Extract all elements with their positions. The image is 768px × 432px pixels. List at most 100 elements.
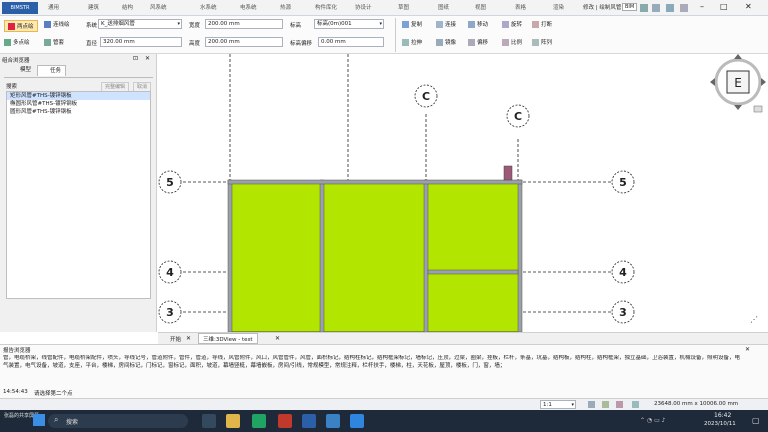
connect-draw-button[interactable]: 连线绘 — [44, 20, 70, 28]
system-select[interactable]: K_送排烟风管 ▾ — [98, 19, 182, 29]
maximize-icon[interactable]: □ — [720, 2, 728, 11]
notification-icon[interactable]: ▢ — [752, 416, 760, 425]
meeting-app-icon[interactable] — [326, 414, 340, 428]
pin-icon[interactable]: ⊡ — [133, 55, 138, 62]
sleeve-label: 管套 — [53, 40, 65, 46]
height-field[interactable]: 200.00 mm — [205, 37, 283, 47]
close-report-icon[interactable]: ✕ — [745, 346, 750, 353]
height-value: 200.00 mm — [208, 39, 240, 45]
tab-drawings[interactable]: 图纸 — [438, 3, 449, 11]
break-button[interactable]: 打断 — [532, 20, 552, 28]
wall-segment — [227, 179, 233, 332]
tab-general[interactable]: 通用 — [48, 3, 59, 11]
list-item[interactable]: 圆形风管#THS-镀锌钢板 — [7, 108, 150, 116]
list-item[interactable]: 椭圆形风管#THS-镀锌钢板 — [7, 100, 150, 108]
tab-render[interactable]: 渲染 — [553, 3, 564, 11]
multi-point-draw-button[interactable]: 多点绘 — [4, 38, 30, 46]
tab-model[interactable]: 模型 — [4, 65, 35, 76]
minimize-icon[interactable]: – — [700, 2, 704, 11]
windows-start-icon[interactable] — [33, 414, 45, 426]
offset-icon — [468, 38, 475, 46]
tab-architecture[interactable]: 建筑 — [88, 3, 99, 11]
stretch-label: 拉伸 — [411, 40, 423, 46]
stretch-button[interactable]: 拉伸 — [402, 38, 422, 46]
scale-button[interactable]: 比例 — [502, 38, 522, 46]
mirror-button[interactable]: 镜像 — [436, 38, 456, 46]
nav-arrow-right-icon[interactable] — [761, 78, 766, 86]
nav-home-icon[interactable] — [753, 105, 763, 113]
text-app-icon[interactable] — [350, 414, 364, 428]
info-icon[interactable] — [680, 4, 688, 12]
grid-toggle-icon[interactable] — [616, 401, 623, 408]
app-logo[interactable]: BIMSTR — [2, 2, 38, 14]
multi-point-icon — [4, 38, 11, 46]
close-tab-icon[interactable]: ✕ — [275, 335, 280, 342]
close-tab-icon[interactable]: ✕ — [186, 335, 191, 342]
tab-electrical-system[interactable]: 电系统 — [240, 3, 257, 11]
app-red-icon[interactable] — [278, 414, 292, 428]
tab-water-system[interactable]: 水系统 — [200, 3, 217, 11]
tab-collab-design[interactable]: 协设计 — [355, 3, 372, 11]
array-button[interactable]: 阵列 — [532, 38, 552, 46]
wall-segment — [227, 179, 523, 185]
file-explorer-icon[interactable] — [226, 414, 240, 428]
move-button[interactable]: 移动 — [468, 20, 488, 28]
join-button[interactable]: 连接 — [436, 20, 456, 28]
drawing-canvas[interactable]: C C 5 5 4 4 3 3 E ⋰ — [158, 54, 768, 332]
log-message: 请选择第二个点 — [34, 391, 73, 397]
wechat-icon[interactable] — [252, 414, 266, 428]
close-panel-icon[interactable]: ✕ — [145, 55, 150, 62]
combo-browser-title: 组合浏览器 — [2, 58, 30, 64]
tab-start[interactable]: 开始 — [170, 335, 181, 343]
nav-arrow-up-icon[interactable] — [734, 54, 742, 59]
tab-structure[interactable]: 结构 — [122, 3, 133, 11]
join-label: 连接 — [445, 22, 457, 28]
scale-select[interactable]: 1:1 ▾ — [540, 400, 576, 409]
width-value: 200.00 mm — [208, 21, 240, 27]
tab-task[interactable]: 任务 — [37, 65, 67, 76]
sleeve-button[interactable]: 管套 — [44, 38, 64, 46]
coordinate-readout: 23648.00 mm x 10006.00 mm — [654, 401, 739, 407]
user-icon[interactable] — [666, 4, 674, 12]
tab-sketch[interactable]: 草图 — [398, 3, 409, 11]
tab-3dview[interactable]: 三维:3DView - test — [198, 333, 258, 344]
tab-view[interactable]: 视图 — [475, 3, 486, 11]
tab-table[interactable]: 表格 — [515, 3, 526, 11]
rotate-button[interactable]: 旋转 — [502, 20, 522, 28]
elevation-select[interactable]: 标高(0m)001 ▾ — [314, 19, 384, 29]
settings-icon[interactable] — [640, 4, 648, 12]
floor-slab[interactable] — [229, 181, 521, 332]
tray-icons[interactable]: ⌃ ◔ ▭ ♪ — [640, 417, 665, 424]
elevation-label: 标高 — [290, 23, 302, 29]
navigation-cube[interactable]: E — [710, 54, 766, 113]
width-field[interactable]: 200.00 mm — [205, 19, 283, 29]
break-icon — [532, 20, 539, 28]
floor-plan-svg[interactable]: C C 5 5 4 4 3 3 E ⋰ — [158, 54, 768, 332]
two-point-draw-button[interactable]: 两点绘 — [4, 20, 38, 32]
offset-button[interactable]: 偏移 — [468, 38, 488, 46]
tab-component-library[interactable]: 构件库化 — [315, 3, 337, 11]
offset-field[interactable]: 0.00 mm — [318, 37, 384, 47]
taskbar-search[interactable]: ⌕ 搜索 — [48, 414, 188, 428]
bim-badge[interactable]: BIM — [622, 3, 638, 11]
ortho-icon[interactable] — [602, 401, 609, 408]
list-item[interactable]: 矩形风管#THS-镀锌钢板 — [7, 92, 150, 100]
tab-heat-source[interactable]: 热源 — [280, 3, 291, 11]
close-icon[interactable]: ✕ — [745, 2, 752, 11]
move-label: 移动 — [477, 22, 489, 28]
grid-label-5: 5 — [166, 176, 174, 189]
nav-cube-label: E — [734, 76, 742, 90]
move-icon — [468, 20, 475, 28]
diameter-field[interactable]: 320.00 mm — [100, 37, 182, 47]
nav-arrow-left-icon[interactable] — [710, 78, 715, 86]
tab-air-system[interactable]: 风系统 — [150, 3, 167, 11]
nav-arrow-down-icon[interactable] — [734, 105, 742, 110]
snap-icon[interactable] — [588, 401, 595, 408]
units-icon[interactable] — [632, 401, 639, 408]
bim-app-icon[interactable] — [302, 414, 316, 428]
grid-label-4: 4 — [619, 266, 627, 279]
duct-fitting[interactable] — [503, 165, 513, 181]
help-icon[interactable] — [652, 4, 660, 12]
task-view-icon[interactable] — [202, 414, 216, 428]
copy-button[interactable]: 复制 — [402, 20, 422, 28]
